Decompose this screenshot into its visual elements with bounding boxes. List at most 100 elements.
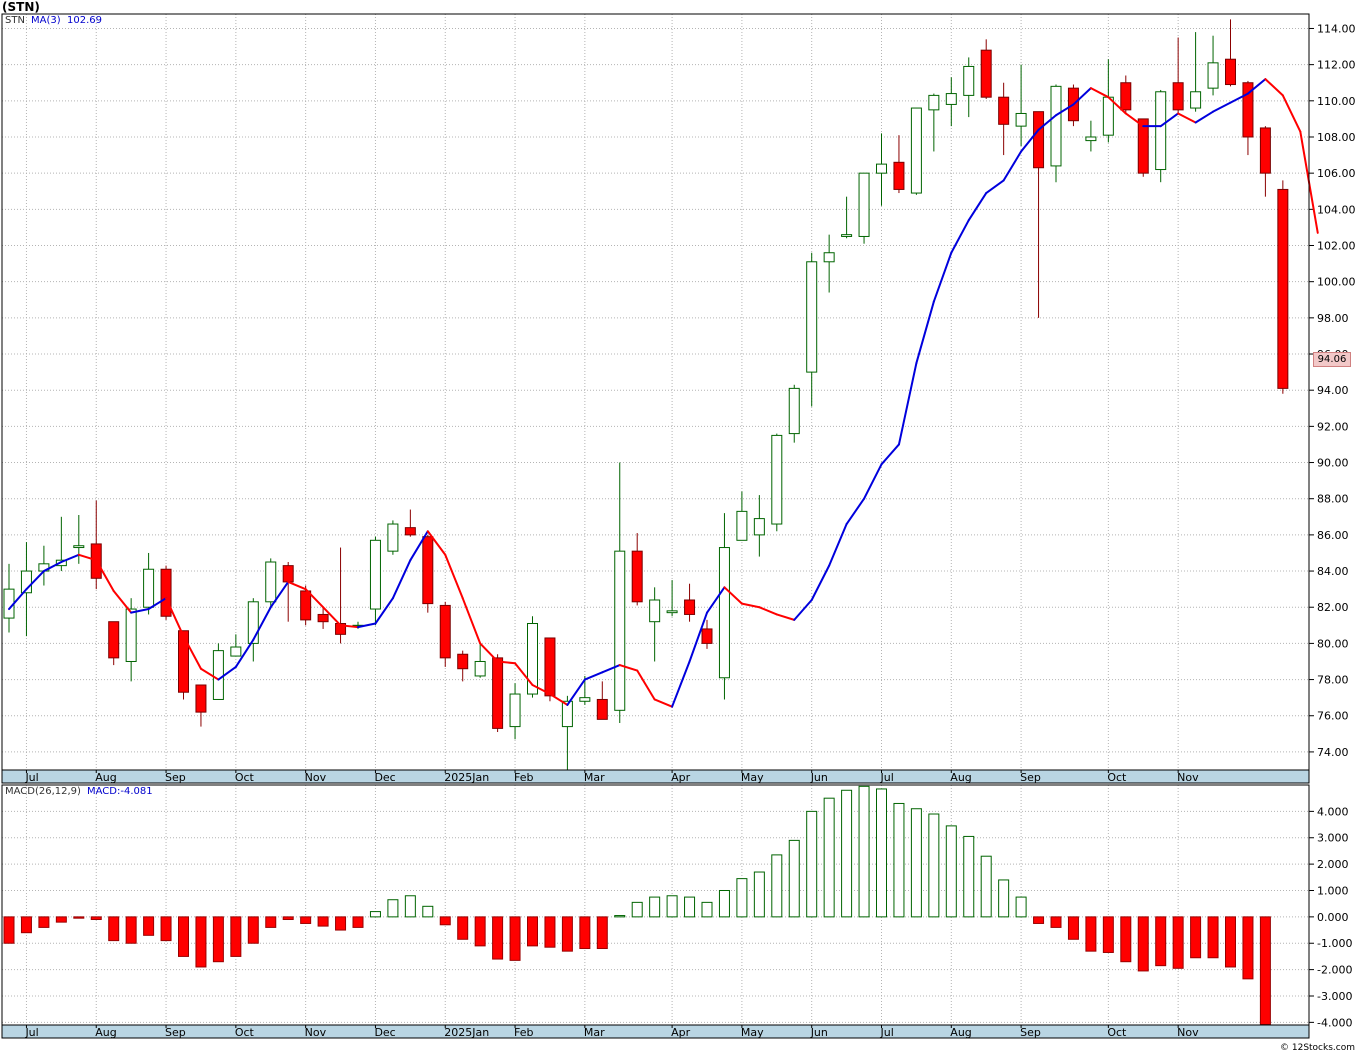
macd-bar-negative (90, 916, 102, 921)
ma-segment (1281, 94, 1302, 133)
ma-segment (60, 553, 80, 564)
macd-bar-negative (1259, 916, 1271, 1025)
macd-bar-positive (1015, 896, 1027, 918)
ma-segment (758, 606, 778, 616)
macd-tick-label: -4.000 (1317, 1016, 1352, 1029)
ma-segment (880, 443, 900, 466)
x-tick-label: Mar (584, 1026, 605, 1039)
macd-bar-positive (771, 854, 783, 918)
ma-segment (548, 693, 569, 706)
candle-down-body (178, 630, 189, 693)
ma-segment (932, 251, 953, 303)
x-tick-label: Dec (374, 1026, 395, 1039)
ma-segment (444, 553, 464, 600)
macd-tick-label: 4.000 (1317, 805, 1349, 818)
price-tick-label: 112.00 (1317, 59, 1356, 72)
x-tick-label: Apr (671, 1026, 691, 1039)
candle-up-body (928, 94, 940, 111)
candle-down-body (596, 698, 608, 720)
x-tick-label: Aug (950, 771, 971, 784)
candle-up-body (212, 650, 224, 700)
x-tick-label: Jul (24, 771, 38, 784)
macd-bar-positive (649, 896, 661, 918)
macd-bar-negative (474, 916, 486, 947)
ma-segment (1212, 101, 1232, 113)
macd-bar-negative (1242, 916, 1254, 980)
macd-bar-negative (1120, 916, 1132, 963)
candle-up-body (1155, 91, 1167, 171)
macd-bar-positive (614, 915, 626, 918)
ma-segment (1002, 150, 1023, 182)
x-tick-label: Nov (305, 1026, 327, 1039)
candle-down-body (1120, 82, 1132, 111)
macd-bar-negative (544, 916, 556, 948)
ma-segment (793, 598, 813, 621)
macd-bar-negative (1102, 916, 1114, 953)
candle-up-body (230, 646, 242, 657)
candle-down-body (684, 599, 696, 615)
ma-segment (287, 580, 307, 591)
macd-bar-negative (1207, 916, 1219, 959)
copyright-footer: © 12Stocks.com (1280, 1043, 1355, 1053)
x-tick-label: Nov (1177, 771, 1199, 784)
x-tick-label: Aug (95, 1026, 116, 1039)
macd-bar-positive (876, 788, 887, 918)
macd-bar-negative (1137, 916, 1149, 972)
macd-bar-negative (247, 916, 259, 944)
candle-up-body (858, 172, 870, 237)
ma-segment (985, 179, 1005, 195)
candle-up-body (788, 387, 800, 435)
x-tick-label: 2025Jan (444, 1026, 489, 1039)
macd-bar-negative (492, 916, 504, 960)
x-tick-label: 2025Jan (444, 771, 489, 784)
price-tick-label: 108.00 (1317, 131, 1356, 144)
macd-bar-negative (352, 916, 364, 928)
candle-up-body (614, 550, 626, 711)
ma-segment (915, 300, 935, 365)
ma-segment (828, 523, 848, 567)
price-tick-label: 88.00 (1317, 493, 1349, 506)
candle-down-body (492, 657, 504, 729)
ma-segment (1177, 112, 1197, 124)
price-tick-label: 94.00 (1317, 384, 1349, 397)
candle-up-body (771, 434, 783, 525)
x-tick-label: Apr (671, 771, 691, 784)
macd-bar-positive (980, 855, 992, 918)
x-tick-label: Jul (880, 1026, 894, 1039)
macd-bar-positive (666, 895, 678, 918)
macd-bar-positive (945, 825, 957, 918)
price-tick-label: 76.00 (1317, 710, 1349, 723)
ma-segment (950, 219, 970, 254)
macd-x-axis: Jul Aug Sep Oct Nov Dec 2025Jan Feb Mar Apr May Jun… (1, 1024, 1310, 1039)
price-tick-label: 90.00 (1317, 457, 1349, 470)
price-tick-label: 82.00 (1317, 601, 1349, 614)
price-tick-label: 74.00 (1317, 746, 1349, 759)
macd-bar-negative (282, 916, 294, 921)
macd-bar-negative (439, 916, 451, 926)
macd-bar-negative (125, 916, 137, 944)
x-tick-label: Jun (810, 771, 828, 784)
candle-down-body (1172, 82, 1184, 111)
chart-symbol-title: (STN) (2, 0, 40, 14)
macd-bar-negative (108, 916, 120, 942)
candle-up-body (1207, 62, 1219, 89)
macd-bar-negative (561, 916, 573, 952)
x-tick-label: Feb (514, 1026, 533, 1039)
candle-up-body (963, 65, 975, 96)
ma-segment (112, 589, 133, 614)
candle-up-body (1102, 96, 1114, 136)
last-price-box: 94.06 (1313, 352, 1351, 367)
candle-up-body (1085, 136, 1097, 142)
macd-tick-label: -1.000 (1317, 937, 1352, 950)
candle-up-body (736, 510, 748, 541)
price-tick-label: 84.00 (1317, 565, 1349, 578)
macd-bar-negative (596, 916, 608, 950)
ma-segment (479, 642, 499, 663)
candle-down-body (544, 637, 556, 697)
macd-bar-negative (1155, 916, 1167, 967)
macd-bar-negative (317, 916, 329, 927)
ma-segment (967, 192, 988, 222)
x-tick-label: May (741, 1026, 764, 1039)
macd-bar-positive (701, 901, 713, 918)
macd-bar-negative (527, 916, 538, 947)
